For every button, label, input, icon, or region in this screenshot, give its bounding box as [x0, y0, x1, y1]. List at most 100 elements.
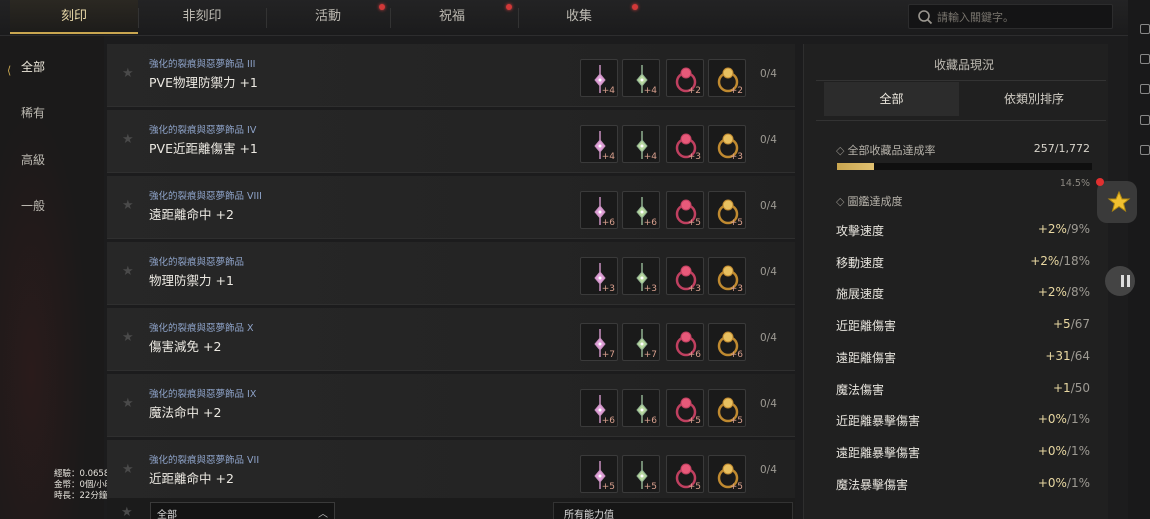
category-label: 高級 — [21, 153, 46, 167]
stat-label: 魔法傷害 — [836, 382, 885, 397]
stat-label: 遠距離傷害 — [836, 350, 897, 365]
collection-item-slot[interactable]: +5 — [708, 455, 746, 493]
collection-row[interactable]: ★ 強化的裂痕與惡夢飾品 X 傷害減免 +2 +7 +7 +6 +6 0/4 — [107, 308, 795, 371]
collection-item-slot[interactable]: +3 — [622, 257, 660, 295]
collection-item-slot[interactable]: +7 — [580, 323, 618, 361]
collection-item-slot[interactable]: +5 — [666, 389, 704, 427]
collection-item-slot[interactable]: +3 — [666, 125, 704, 163]
collection-item-slot[interactable]: +4 — [580, 59, 618, 97]
search-input[interactable] — [937, 8, 1107, 26]
category-common[interactable]: 一般 — [0, 194, 104, 218]
toolbar-icon[interactable] — [1140, 84, 1150, 94]
collection-percent: 14.5% — [1059, 178, 1090, 189]
tab-event[interactable]: 活動 — [266, 0, 390, 34]
toolbar-icon[interactable] — [1140, 24, 1150, 34]
star-icon[interactable]: ★ — [122, 330, 134, 345]
tab-collection[interactable]: 收集 — [518, 0, 640, 34]
toolbar-icon[interactable] — [1140, 145, 1150, 155]
collection-item-slot[interactable]: +3 — [580, 257, 618, 295]
collection-item-slot[interactable]: +5 — [622, 455, 660, 493]
row-progress: 0/4 — [760, 200, 777, 212]
collection-item-slot[interactable]: +6 — [622, 191, 660, 229]
selected-marker-icon: ⟨ — [7, 64, 12, 77]
row-progress: 0/4 — [760, 266, 777, 278]
pause-button[interactable] — [1105, 266, 1135, 296]
category-all[interactable]: ⟨ 全部 — [0, 55, 104, 79]
collection-item-slot[interactable]: +6 — [708, 323, 746, 361]
tab-blessing[interactable]: 祝福 — [390, 0, 514, 34]
star-icon[interactable]: ★ — [121, 505, 133, 519]
stat-filter-dropdown[interactable]: 所有能力值 — [553, 502, 793, 519]
collection-item-slot[interactable]: +2 — [708, 59, 746, 97]
row-title: 魔法命中 +2 — [149, 405, 222, 420]
collection-item-slot[interactable]: +6 — [580, 389, 618, 427]
row-progress: 0/4 — [760, 464, 777, 476]
collection-item-slot[interactable]: +4 — [622, 125, 660, 163]
star-icon[interactable]: ★ — [122, 396, 134, 411]
row-progress: 0/4 — [760, 398, 777, 410]
item-enhance-level: +5 — [729, 482, 743, 492]
toolbar-icon[interactable] — [1140, 54, 1150, 64]
collection-item-slot[interactable]: +4 — [580, 125, 618, 163]
collection-item-slot[interactable]: +3 — [708, 257, 746, 295]
row-title: 遠距離命中 +2 — [149, 207, 234, 222]
stat-max: /1% — [1066, 443, 1090, 458]
collection-rate-label: ◇ 全部收藏品達成率 — [836, 144, 936, 157]
collection-item-slot[interactable]: +3 — [708, 125, 746, 163]
collection-item-slot[interactable]: +4 — [622, 59, 660, 97]
collection-item-slot[interactable]: +5 — [708, 191, 746, 229]
star-icon[interactable]: ★ — [122, 66, 134, 81]
tab-engraved[interactable]: 刻印 — [10, 0, 138, 34]
panel-tab-all[interactable]: 全部 — [824, 82, 959, 116]
collection-item-slot[interactable]: +5 — [708, 389, 746, 427]
panel-divider — [816, 80, 1106, 81]
toolbar-icon[interactable] — [1140, 115, 1150, 125]
item-enhance-level: +7 — [601, 350, 615, 360]
star-icon[interactable]: ★ — [122, 462, 134, 477]
collection-item-slot[interactable]: +3 — [666, 257, 704, 295]
stat-label: 施展速度 — [836, 287, 885, 302]
collection-row[interactable]: ★ 強化的裂痕與惡夢飾品 IX 魔法命中 +2 +6 +6 +5 +5 0/4 — [107, 374, 795, 437]
row-title: PVE近距離傷害 +1 — [149, 141, 258, 156]
category-rare[interactable]: 稀有 — [0, 101, 104, 125]
row-progress: 0/4 — [760, 68, 777, 80]
collection-row[interactable]: ★ 強化的裂痕與惡夢飾品 III PVE物理防禦力 +1 +4 +4 +2 +2… — [107, 44, 795, 107]
collection-item-slot[interactable]: +5 — [580, 455, 618, 493]
stat-max: /8% — [1066, 285, 1090, 300]
collection-item-slot[interactable]: +7 — [622, 323, 660, 361]
top-tab-bar: 刻印 非刻印 活動 祝福 收集 — [0, 0, 1150, 36]
item-enhance-level: +7 — [643, 350, 657, 360]
item-enhance-level: +4 — [643, 86, 657, 96]
stat-value: +2%/18% — [1030, 254, 1090, 268]
category-advanced[interactable]: 高級 — [0, 148, 104, 172]
collection-item-slot[interactable]: +6 — [622, 389, 660, 427]
collection-row[interactable]: ★ 強化的裂痕與惡夢飾品 物理防禦力 +1 +3 +3 +3 +3 0/4 — [107, 242, 795, 305]
panel-tab-by-category[interactable]: 依類別排序 — [964, 82, 1104, 116]
stat-value: +0%/1% — [1038, 476, 1090, 490]
collection-item-slot[interactable]: +2 — [666, 59, 704, 97]
collection-row[interactable]: ★ 強化的裂痕與惡夢飾品 VII 近距離命中 +2 +5 +5 +5 +5 0/… — [107, 440, 795, 503]
star-icon[interactable]: ★ — [122, 198, 134, 213]
collection-item-slot[interactable]: +6 — [666, 323, 704, 361]
favorite-button[interactable] — [1097, 181, 1137, 223]
search-box — [908, 4, 1113, 29]
collection-item-slot[interactable]: +6 — [580, 191, 618, 229]
collection-row[interactable]: ★ 強化的裂痕與惡夢飾品 VIII 遠距離命中 +2 +6 +6 +5 +5 0… — [107, 176, 795, 239]
favorite-star-icon — [1107, 190, 1131, 213]
collection-item-slot[interactable]: +5 — [666, 191, 704, 229]
collection-rate-value: 257/1,772 — [1033, 142, 1090, 155]
star-icon[interactable]: ★ — [122, 132, 134, 147]
stat-label: 近距離暴擊傷害 — [836, 414, 921, 429]
collection-item-slot[interactable]: +5 — [666, 455, 704, 493]
row-subtitle: 強化的裂痕與惡夢飾品 IX — [149, 389, 257, 400]
chevron-up-icon: ︿ — [318, 509, 328, 519]
item-enhance-level: +6 — [601, 218, 615, 228]
stat-label: 近距離傷害 — [836, 319, 897, 334]
collection-row[interactable]: ★ 強化的裂痕與惡夢飾品 IV PVE近距離傷害 +1 +4 +4 +3 +3 … — [107, 110, 795, 173]
tab-non-engraved[interactable]: 非刻印 — [138, 0, 266, 34]
star-icon[interactable]: ★ — [122, 264, 134, 279]
search-icon[interactable] — [917, 9, 933, 25]
stat-max: /1% — [1066, 475, 1090, 490]
pause-icon — [1121, 275, 1130, 287]
grade-dropdown[interactable]: 全部 ︿ — [150, 502, 335, 519]
